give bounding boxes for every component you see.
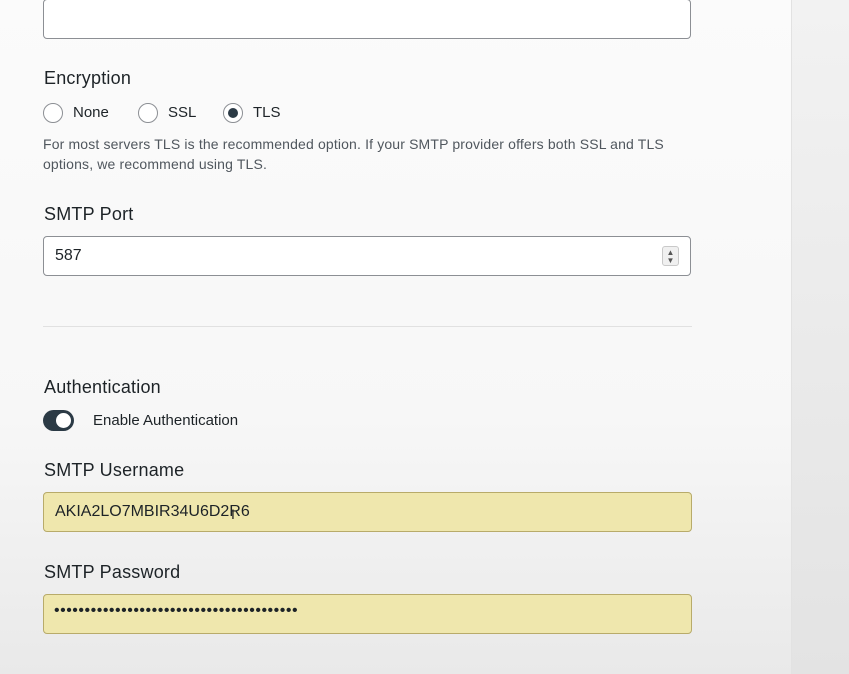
smtp-port-value[interactable]: 587 [55, 247, 82, 265]
encryption-help-text: For most servers TLS is the recommended … [43, 136, 664, 172]
right-side-panel [791, 0, 849, 674]
enable-authentication-label[interactable]: Enable Authentication [93, 412, 238, 429]
radio-tls-label[interactable]: TLS [253, 104, 281, 121]
encryption-heading: Encryption [44, 68, 132, 88]
smtp-username-value[interactable]: AKIA2LO7MBIR34U6D2R6 [55, 503, 250, 521]
text-cursor-icon: I [231, 506, 235, 522]
smtp-settings-page: Encryption None SSL TLS For most servers… [0, 0, 849, 674]
smtp-port-input[interactable]: 587 ▲ ▼ [43, 236, 691, 276]
smtp-password-masked-value[interactable]: •••••••••••••••••••••••••••••••••••••••• [54, 602, 298, 620]
radio-ssl-label[interactable]: SSL [168, 104, 196, 121]
radio-none-label[interactable]: None [73, 104, 109, 121]
radio-tls-circle[interactable] [223, 103, 243, 123]
up-down-spinner-icon[interactable]: ▲ ▼ [662, 246, 679, 266]
top-text-input[interactable] [43, 0, 691, 39]
radio-ssl-circle[interactable] [138, 103, 158, 123]
smtp-username-heading: SMTP Username [44, 460, 185, 480]
radio-none-circle[interactable] [43, 103, 63, 123]
toggle-knob[interactable] [56, 413, 71, 428]
enable-authentication-toggle[interactable] [43, 410, 74, 431]
smtp-username-input[interactable]: AKIA2LO7MBIR34U6D2R6 [43, 492, 692, 532]
smtp-password-input[interactable]: •••••••••••••••••••••••••••••••••••••••• [43, 594, 692, 634]
smtp-port-heading: SMTP Port [44, 204, 134, 224]
authentication-heading: Authentication [44, 377, 161, 397]
section-divider [43, 326, 692, 327]
smtp-password-heading: SMTP Password [44, 562, 181, 582]
